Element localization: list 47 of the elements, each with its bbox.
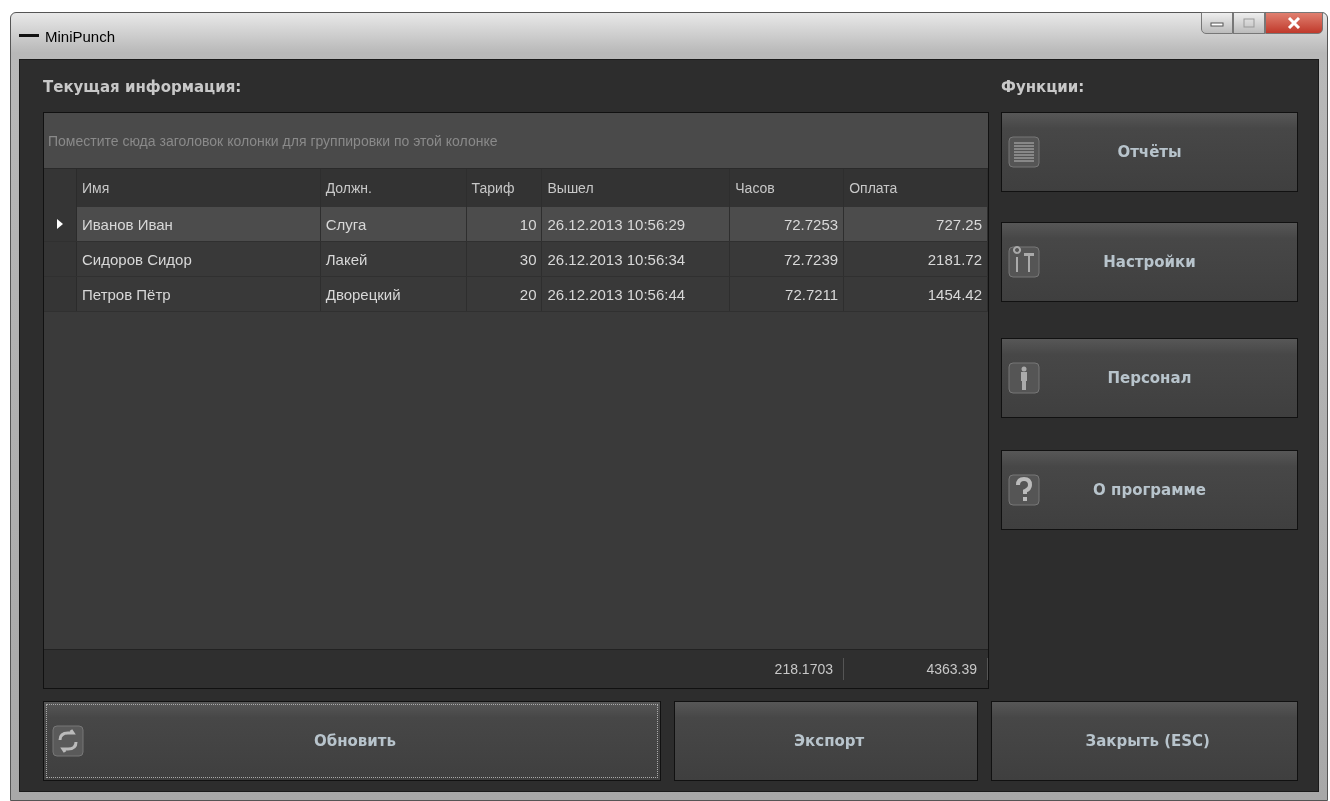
table-cell: 72.7239 (730, 242, 845, 276)
total-value: 218.1703 (774, 661, 833, 677)
function-button[interactable]: Персонал (1001, 338, 1298, 418)
table-cell: 26.12.2013 10:56:34 (542, 242, 731, 276)
table-cell: 30 (466, 242, 543, 276)
table-row[interactable]: Сидоров Сидор Лакей 30 26.12.2013 10:56:34 72.7239 2181.72 (44, 242, 988, 277)
action-button[interactable]: Закрыть (ESC) (991, 701, 1298, 781)
table-row[interactable]: Иванов Иван Слуга 10 26.12.2013 10:56:29 72.7253 727.25 (44, 207, 988, 242)
function-button[interactable]: Отчёты (1001, 112, 1298, 192)
list-icon (1006, 134, 1042, 170)
section-heading: Текущая информация: (43, 78, 243, 98)
table-cell: Дворецкий (320, 277, 467, 311)
table-cell: 26.12.2013 10:56:29 (542, 207, 731, 241)
help-icon (1006, 472, 1042, 508)
maximize-icon (1242, 17, 1256, 29)
refresh-icon (50, 723, 86, 759)
table-cell: 10 (466, 207, 543, 241)
group-panel: Поместите сюда заголовок колонки для группировки по этой колонке (44, 113, 988, 169)
person-icon (1006, 360, 1042, 396)
action-button[interactable]: Экспорт (673, 701, 979, 781)
table-row[interactable]: Петров Пётр Дворецкий 20 26.12.2013 10:56:44 72.7211 1454.42 (44, 277, 988, 312)
refresh-button[interactable]: Обновить (43, 701, 661, 781)
table-cell: Петров Пётр (77, 277, 321, 311)
close-button[interactable] (1265, 12, 1323, 34)
table-cell: Слуга (320, 207, 467, 241)
row-indicator-icon (57, 219, 63, 229)
maximize-button[interactable] (1233, 12, 1265, 34)
function-button[interactable]: О программе (1001, 450, 1298, 530)
total-value: 4363.39 (926, 661, 977, 677)
table-cell: 1454.42 (844, 277, 988, 311)
table-cell: Сидоров Сидор (77, 242, 321, 276)
table-cell: Лакей (320, 242, 467, 276)
function-button[interactable]: Настройки (1001, 222, 1298, 302)
table-cell: 20 (466, 277, 543, 311)
table-cell: 72.7253 (730, 207, 845, 241)
table-cell: Иванов Иван (77, 207, 321, 241)
table-cell: 26.12.2013 10:56:44 (542, 277, 731, 311)
table-cell: 727.25 (844, 207, 988, 241)
minimize-button[interactable] (1201, 12, 1233, 34)
window-menu-icon[interactable] (19, 33, 39, 39)
window-title: MiniPunch (45, 27, 116, 45)
close-icon (1286, 17, 1302, 29)
section-heading: Функции: (1001, 78, 1086, 98)
table-cell: 2181.72 (844, 242, 988, 276)
tools-icon (1006, 244, 1042, 280)
minimize-icon (1210, 19, 1224, 27)
table-cell: 72.7211 (730, 277, 845, 311)
